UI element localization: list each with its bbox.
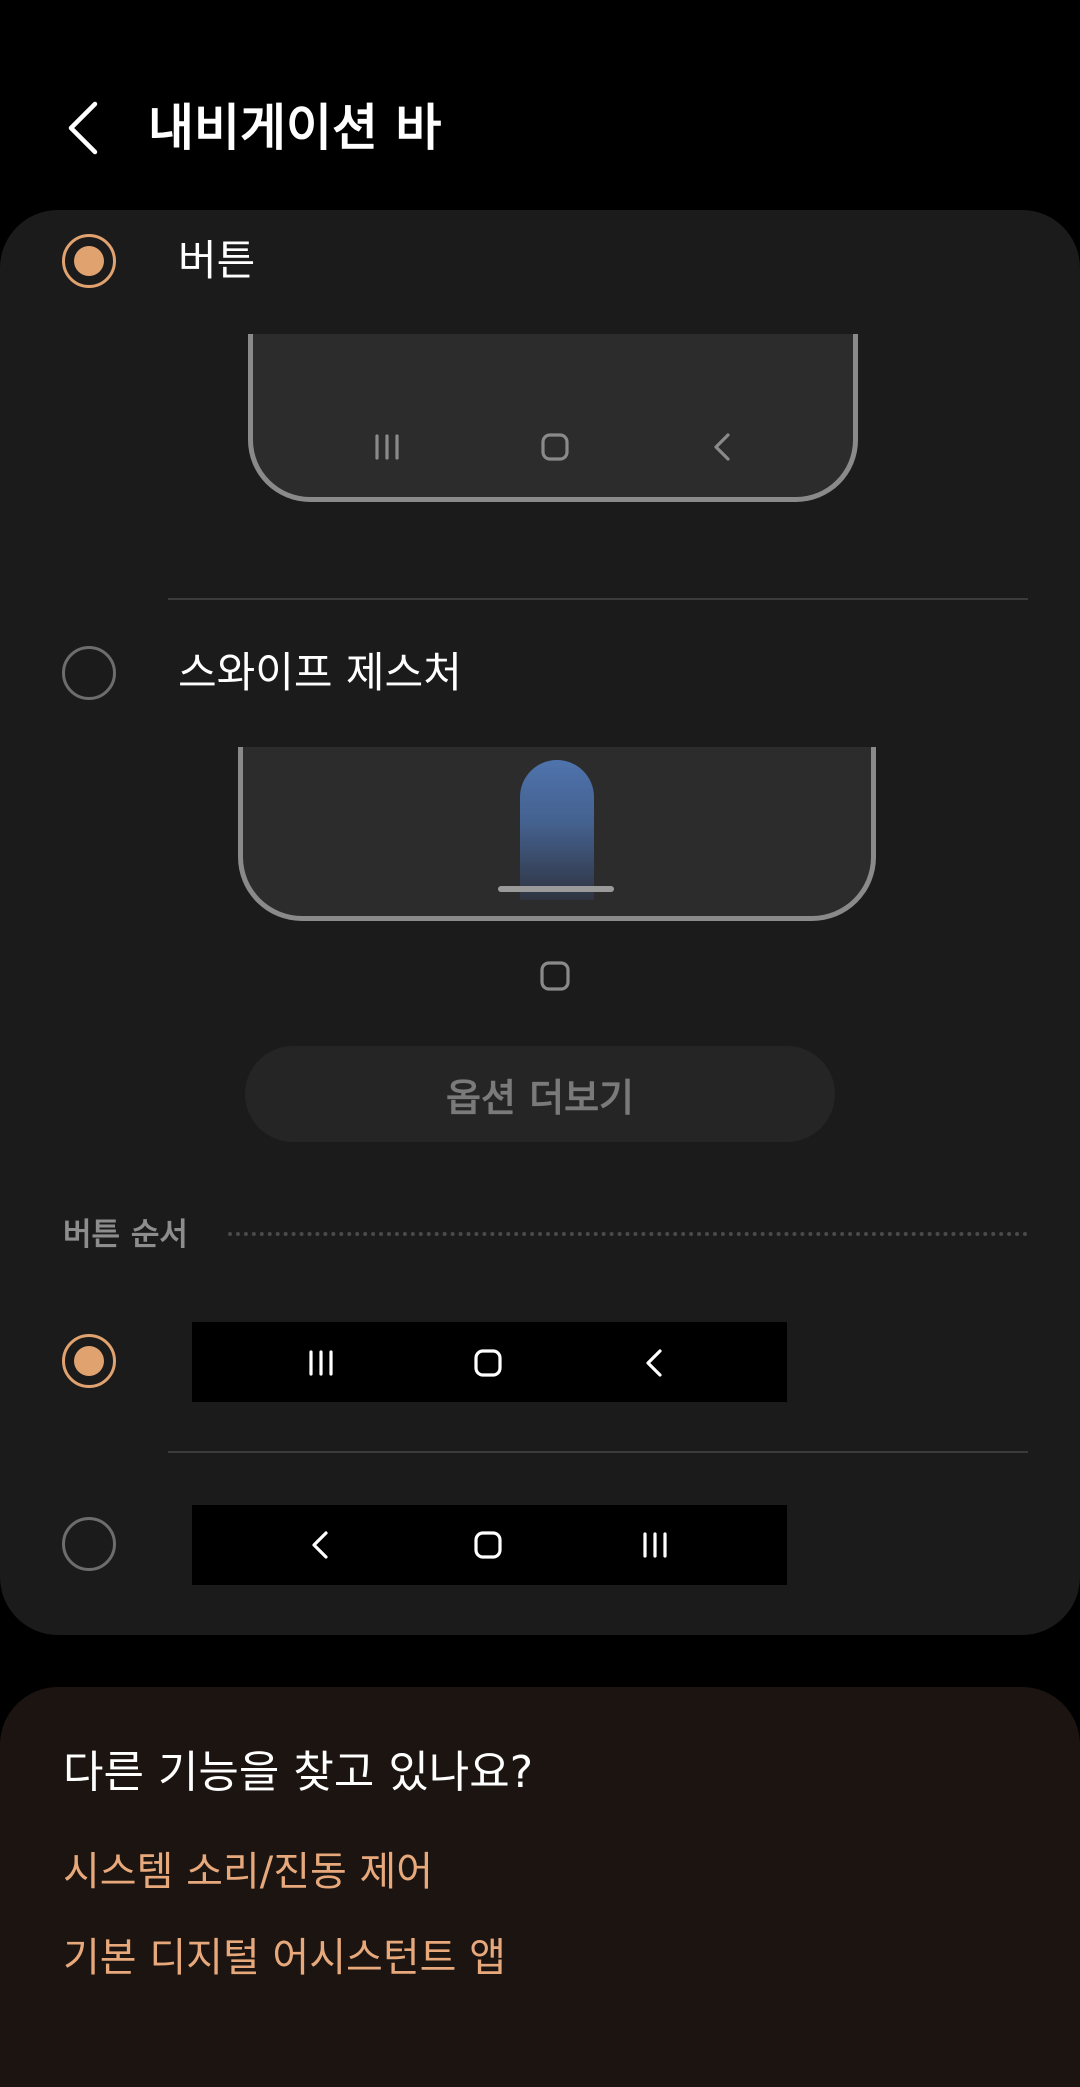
radio-order-recents-home-back[interactable] (62, 1334, 116, 1388)
section-header-button-order: 버튼 순서 (63, 1217, 188, 1253)
link-system-sound-vibration[interactable]: 시스템 소리/진동 제어 (63, 1842, 433, 1902)
home-icon (540, 961, 570, 991)
more-options-label: 옵션 더보기 (445, 1075, 635, 1120)
section-divider-dotted (228, 1232, 1028, 1236)
page-title: 내비게이션 바 (148, 99, 442, 157)
home-icon (474, 1349, 502, 1377)
radio-order-back-home-recents[interactable] (62, 1517, 116, 1571)
gesture-handle-bar (498, 886, 614, 892)
option-label-swipe-gestures[interactable]: 스와이프 제스처 (178, 643, 462, 703)
back-icon (714, 433, 730, 461)
link-default-digital-assistant[interactable]: 기본 디지털 어시스턴트 앱 (63, 1928, 506, 1988)
back-button[interactable] (50, 90, 114, 166)
option-label-buttons[interactable]: 버튼 (178, 231, 255, 291)
divider (168, 1451, 1028, 1453)
home-icon (474, 1531, 502, 1559)
recents-icon (375, 434, 399, 460)
suggestions-title: 다른 기능을 찾고 있나요? (63, 1747, 534, 1798)
radio-selected-dot (74, 1346, 104, 1376)
divider (168, 598, 1028, 600)
home-icon (541, 433, 569, 461)
radio-swipe-gestures-option[interactable] (62, 646, 116, 700)
more-options-button[interactable]: 옵션 더보기 (245, 1046, 835, 1142)
recents-icon (643, 1532, 667, 1558)
buttons-preview-phone (248, 334, 858, 502)
radio-selected-dot (74, 246, 104, 276)
back-icon (68, 101, 98, 155)
radio-buttons-option[interactable] (62, 234, 116, 288)
finger-swipe-illustration (520, 760, 594, 900)
recents-icon (309, 1350, 333, 1376)
back-icon (312, 1531, 328, 1559)
back-icon (646, 1349, 662, 1377)
